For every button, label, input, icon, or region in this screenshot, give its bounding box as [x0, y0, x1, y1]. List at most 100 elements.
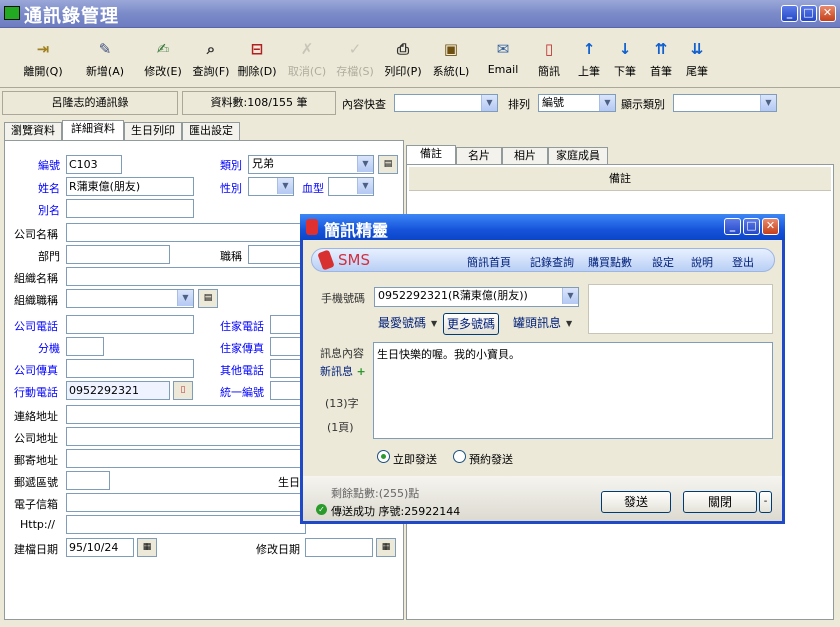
category-filter-select[interactable]: ▼: [673, 94, 777, 112]
schedule-send-radio[interactable]: [453, 450, 466, 463]
plus-icon: +: [356, 365, 366, 378]
category-picker-icon[interactable]: ▤: [378, 155, 398, 174]
sms-maximize-button[interactable]: □: [743, 218, 760, 235]
points-balance: 剩餘點數:(255)點: [331, 487, 420, 500]
phone-number-label: 手機號碼: [321, 292, 365, 305]
chevron-down-icon: ▼: [357, 156, 373, 172]
quick-search-label: 內容快查: [342, 98, 386, 111]
phone-number-select[interactable]: 0952292321(R蒲東億(朋友)) ▼: [374, 287, 579, 307]
chevron-down-icon: ▼: [177, 290, 193, 306]
minimize-button[interactable]: _: [781, 5, 798, 22]
sms-nav-item-1[interactable]: 記錄查詢: [530, 254, 574, 270]
tab-photo[interactable]: 相片: [502, 147, 548, 164]
extension-field[interactable]: [66, 337, 104, 356]
org-title-picker-icon[interactable]: ▤: [198, 289, 218, 308]
mail-address-label: 郵寄地址: [14, 454, 58, 467]
email-field[interactable]: [66, 493, 306, 512]
tab-birthday-print[interactable]: 生日列印: [124, 122, 182, 140]
home-fax-label: 住家傳真: [220, 342, 264, 355]
modified-date-field[interactable]: [305, 538, 373, 557]
tab-browse[interactable]: 瀏覽資料: [4, 122, 62, 140]
send-button[interactable]: 發送: [601, 491, 671, 513]
office-fax-field[interactable]: [66, 359, 194, 378]
canned-messages-button[interactable]: 罐頭訊息: [509, 313, 565, 335]
new-icon: ✎: [98, 40, 112, 58]
message-textarea[interactable]: 生日快樂的喔。我的小寶貝。: [373, 342, 773, 439]
job-title-field[interactable]: [248, 245, 306, 264]
search-icon: ⌕: [206, 40, 216, 58]
favorite-numbers-button[interactable]: 最愛號碼: [374, 313, 430, 335]
toolbar-button-8[interactable]: ▣ 系統(L): [426, 34, 476, 86]
toolbar-button-2[interactable]: ✍ 修改(E): [138, 34, 188, 86]
toolbar-button-1[interactable]: ✎ 新增(A): [80, 34, 130, 86]
sms-nav-item-5[interactable]: 登出: [732, 254, 754, 270]
toolbar-button-14[interactable]: ⇊ 尾筆: [672, 34, 722, 86]
company-field[interactable]: [66, 223, 306, 242]
calendar-icon[interactable]: ▦: [137, 538, 157, 557]
sms-nav-item-2[interactable]: 購買點數: [588, 254, 632, 270]
toolbar-button-0[interactable]: ⇥ 離開(Q): [18, 34, 68, 86]
mobile-phone-icon: ▯: [544, 40, 554, 58]
more-options-button[interactable]: -: [759, 491, 772, 513]
toolbar-button-label: 離開(Q): [23, 65, 63, 78]
blood-type-select[interactable]: ▼: [328, 177, 374, 196]
email-icon: ✉: [496, 40, 510, 58]
dept-field[interactable]: [66, 245, 170, 264]
new-message-link[interactable]: 新訊息 +: [320, 363, 366, 379]
toolbar-button-5[interactable]: ✗ 取消(C): [282, 34, 332, 86]
owner-label: 呂隆志的通訊錄: [2, 91, 178, 115]
toolbar-button-label: 尾筆: [686, 65, 708, 78]
created-date-field[interactable]: 95/10/24: [66, 538, 134, 557]
title-bar: 通訊錄管理 _ □ ✕: [0, 0, 840, 28]
close-button[interactable]: ✕: [819, 5, 836, 22]
tab-export-settings[interactable]: 匯出設定: [182, 122, 240, 140]
org-title-select[interactable]: ▼: [66, 289, 194, 308]
sms-nav-item-0[interactable]: 簡訊首頁: [467, 254, 511, 270]
send-now-radio[interactable]: [377, 450, 390, 463]
more-numbers-button[interactable]: 更多號碼: [443, 313, 499, 335]
calendar-icon[interactable]: ▦: [376, 538, 396, 557]
toolbar-button-4[interactable]: ⊟ 刪除(D): [232, 34, 282, 86]
http-label: Http://: [20, 518, 55, 531]
id-field[interactable]: C103: [66, 155, 122, 174]
sms-nav-item-3[interactable]: 設定: [652, 254, 674, 270]
sort-label: 排列: [508, 98, 530, 111]
category-select[interactable]: 兄弟 ▼: [248, 155, 374, 174]
mail-address-field[interactable]: [66, 449, 306, 468]
sms-brand: SMS: [338, 251, 370, 269]
name-field[interactable]: R蒲東億(朋友): [66, 177, 194, 196]
zip-field[interactable]: [66, 471, 110, 490]
tab-details[interactable]: 詳細資料: [62, 120, 124, 141]
http-field[interactable]: [66, 515, 306, 534]
company-label: 公司名稱: [14, 228, 58, 241]
toolbar-button-7[interactable]: ⎙ 列印(P): [378, 34, 428, 86]
org-field[interactable]: [66, 267, 306, 286]
favorite-dropdown-icon[interactable]: ▼: [431, 314, 441, 334]
tab-notes[interactable]: 備註: [406, 145, 456, 165]
tab-family[interactable]: 家庭成員: [548, 147, 608, 164]
office-phone-field[interactable]: [66, 315, 194, 334]
alias-field[interactable]: [66, 199, 194, 218]
sort-select[interactable]: 編號 ▼: [538, 94, 616, 112]
toolbar-button-9[interactable]: ✉ Email: [478, 34, 528, 86]
maximize-button[interactable]: □: [800, 5, 817, 22]
quick-search-select[interactable]: ▼: [394, 94, 498, 112]
gender-select[interactable]: ▼: [248, 177, 294, 196]
char-count: (13)字: [325, 397, 359, 410]
toolbar-button-6[interactable]: ✓ 存檔(S): [330, 34, 380, 86]
sms-minimize-button[interactable]: _: [724, 218, 741, 235]
mobile-field[interactable]: 0952292321: [66, 381, 170, 400]
toolbar-button-label: 取消(C): [287, 65, 327, 78]
address-field[interactable]: [66, 405, 306, 424]
toolbar-button-label: 列印(P): [384, 65, 422, 78]
send-status: 傳送成功 序號:25922144: [331, 505, 461, 518]
tab-business-card[interactable]: 名片: [456, 147, 502, 164]
company-address-field[interactable]: [66, 427, 306, 446]
toolbar-button-3[interactable]: ⌕ 查詢(F): [186, 34, 236, 86]
send-sms-phone-icon[interactable]: ▯: [173, 381, 193, 400]
close-dialog-button[interactable]: 關閉: [683, 491, 757, 513]
sms-close-button[interactable]: ✕: [762, 218, 779, 235]
canned-dropdown-icon[interactable]: ▼: [566, 314, 576, 334]
recipient-list[interactable]: [588, 284, 773, 334]
sms-nav-item-4[interactable]: 說明: [691, 254, 713, 270]
